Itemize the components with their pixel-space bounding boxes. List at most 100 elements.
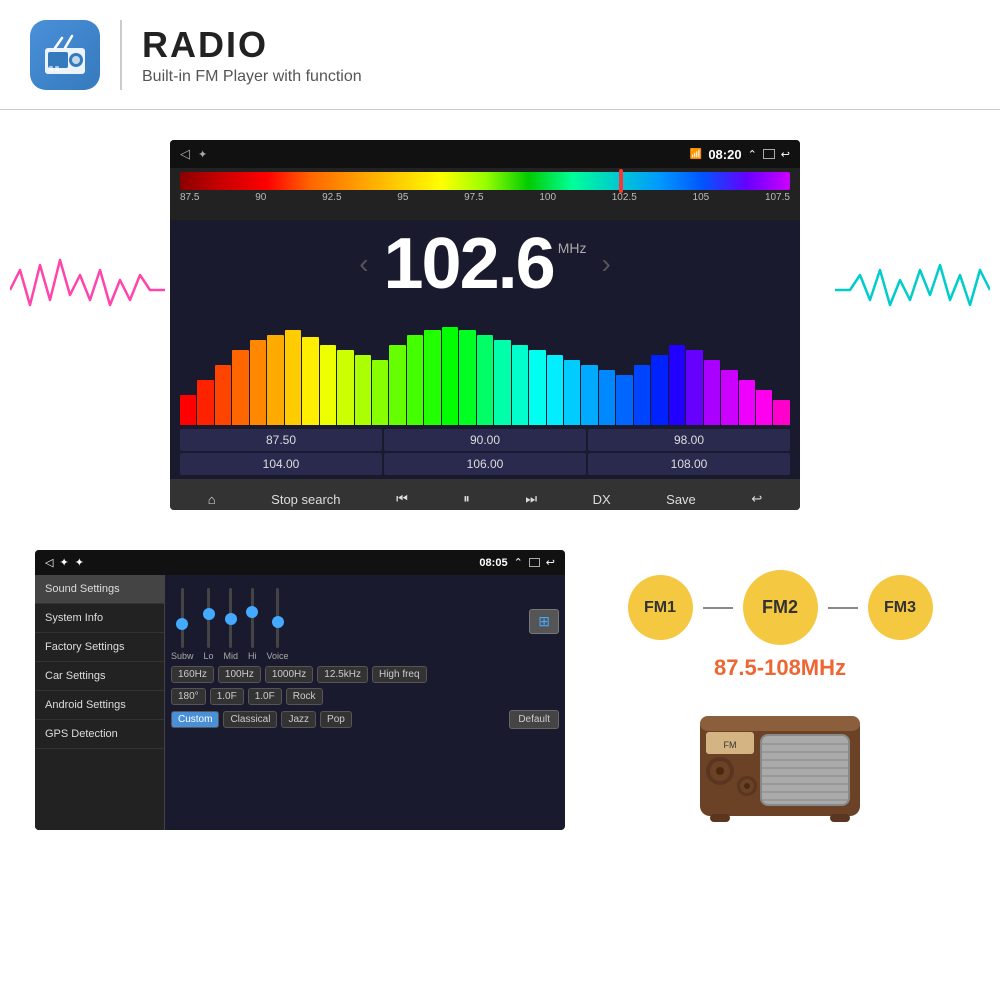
btn-classical[interactable]: Classical <box>223 711 277 728</box>
dx-button[interactable]: DX <box>593 492 611 507</box>
btn-rock[interactable]: Rock <box>286 688 323 705</box>
mid-slider[interactable]: Mid <box>224 588 239 661</box>
eq-bar-24 <box>599 370 615 425</box>
freq-buttons-row: 160Hz 100Hz 1000Hz 12.5kHz High freq <box>171 666 559 683</box>
menu-sound-settings[interactable]: Sound Settings <box>35 575 164 604</box>
btn-custom[interactable]: Custom <box>171 711 219 728</box>
frequency-bar[interactable]: 87.5 90 92.5 95 97.5 100 102.5 105 107.5 <box>170 168 800 220</box>
settings-status-bar: ◁ ✦ ✦ 08:05 ⌃ ↩ <box>35 550 565 575</box>
fm-bubbles: FM1 FM2 FM3 <box>628 570 933 645</box>
status-time: 08:20 <box>708 147 741 162</box>
fm-frequency-range: 87.5-108MHz <box>714 655 846 681</box>
wifi-icon: ✦ <box>75 556 84 569</box>
preset-87.50[interactable]: 87.50 <box>180 429 382 451</box>
settings-screen: ◁ ✦ ✦ 08:05 ⌃ ↩ Sound Settings System In… <box>35 550 565 830</box>
eq-bar-13 <box>407 335 423 425</box>
eq-bar-31 <box>721 370 737 425</box>
btn-100hz[interactable]: 100Hz <box>218 666 261 683</box>
menu-factory-settings[interactable]: Factory Settings <box>35 633 164 662</box>
freq-labels: 87.5 90 92.5 95 97.5 100 102.5 105 107.5 <box>180 190 790 205</box>
hi-slider[interactable]: Hi <box>248 588 257 661</box>
eq-bar-6 <box>285 330 301 425</box>
subw-slider[interactable]: Subw <box>171 588 194 661</box>
expand-icon: ⌃ <box>748 148 757 161</box>
preset-98.00[interactable]: 98.00 <box>588 429 790 451</box>
eq-controls: Subw Lo <box>171 581 289 661</box>
window-icon <box>763 149 775 159</box>
eq-bar-3 <box>232 350 248 425</box>
signal-icon: 📶 <box>690 149 702 160</box>
eq-bar-16 <box>459 330 475 425</box>
fm-connector-1 <box>703 607 733 609</box>
eq-bar-14 <box>424 330 440 425</box>
radio-app-icon <box>30 20 100 90</box>
menu-system-info[interactable]: System Info <box>35 604 164 633</box>
lo-slider[interactable]: Lo <box>204 588 214 661</box>
eq-bar-5 <box>267 335 283 425</box>
menu-car-settings[interactable]: Car Settings <box>35 662 164 691</box>
eq-bar-28 <box>669 345 685 425</box>
preset-104.00[interactable]: 104.00 <box>180 453 382 475</box>
next-track-button[interactable]: ⏭ <box>525 491 537 507</box>
back-icon: ◁ <box>45 556 53 569</box>
eq-bar-22 <box>564 360 580 425</box>
freq-ruler <box>180 172 790 190</box>
radio-control-bar: ⌂ Stop search ⏮ ⏸ ⏭ DX Save ↩ <box>170 479 800 510</box>
page-title: RADIO <box>142 24 362 66</box>
eq-bar-18 <box>494 340 510 425</box>
settings-menu: Sound Settings System Info Factory Setti… <box>35 575 165 830</box>
save-button[interactable]: Save <box>666 492 696 507</box>
preset-108.00[interactable]: 108.00 <box>588 453 790 475</box>
btn-160hz[interactable]: 160Hz <box>171 666 214 683</box>
btn-1f-2[interactable]: 1.0F <box>248 688 282 705</box>
btn-pop[interactable]: Pop <box>320 711 352 728</box>
play-pause-button[interactable]: ⏸ <box>463 491 470 507</box>
eq-bar-7 <box>302 337 318 425</box>
btn-jazz[interactable]: Jazz <box>281 711 316 728</box>
next-freq-button[interactable]: › <box>586 248 625 280</box>
eq-bar-12 <box>389 345 405 425</box>
settings-body: Sound Settings System Info Factory Setti… <box>35 575 565 830</box>
value-buttons-row: 180° 1.0F 1.0F Rock <box>171 688 559 705</box>
menu-gps-detection[interactable]: GPS Detection <box>35 720 164 749</box>
voice-slider[interactable]: Voice <box>267 588 289 661</box>
home-button[interactable]: ⌂ <box>208 492 216 507</box>
stop-search-button[interactable]: Stop search <box>271 492 340 507</box>
wave-left <box>10 250 165 335</box>
radio-screen: ◁ ✦ 📶 08:20 ⌃ ↩ 87.5 90 92.5 95 97.5 <box>170 140 800 510</box>
eq-bar-30 <box>704 360 720 425</box>
status-right-area: 📶 08:20 ⌃ ↩ <box>690 147 790 162</box>
eq-bar-0 <box>180 395 196 425</box>
return-icon: ↩ <box>781 148 790 161</box>
fm-connector-2 <box>828 607 858 609</box>
prev-freq-button[interactable]: ‹ <box>344 248 383 280</box>
eq-bar-17 <box>477 335 493 425</box>
eq-bar-33 <box>756 390 772 425</box>
btn-180deg[interactable]: 180° <box>171 688 206 705</box>
btn-1f-1[interactable]: 1.0F <box>210 688 244 705</box>
btn-highfreq[interactable]: High freq <box>372 666 427 683</box>
preset-90.00[interactable]: 90.00 <box>384 429 586 451</box>
settings-expand-icon: ⌃ <box>514 556 523 569</box>
eq-bar-4 <box>250 340 266 425</box>
btn-12khz[interactable]: 12.5kHz <box>317 666 368 683</box>
boost-button[interactable]: ⊞ <box>529 609 559 634</box>
default-button[interactable]: Default <box>509 710 559 729</box>
bluetooth-icon: ✦ <box>59 556 68 569</box>
eq-bar-8 <box>320 345 336 425</box>
btn-1000hz[interactable]: 1000Hz <box>265 666 313 683</box>
prev-track-button[interactable]: ⏮ <box>396 491 408 507</box>
eq-bar-21 <box>547 355 563 425</box>
eq-bar-1 <box>197 380 213 425</box>
eq-bar-25 <box>616 375 632 425</box>
main-content: ◁ ✦ 📶 08:20 ⌃ ↩ 87.5 90 92.5 95 97.5 <box>0 110 1000 1000</box>
fm3-bubble: FM3 <box>868 575 933 640</box>
menu-android-settings[interactable]: Android Settings <box>35 691 164 720</box>
wifi-status-icon: ✦ <box>198 148 207 161</box>
back-button[interactable]: ↩ <box>751 491 762 507</box>
eq-bar-19 <box>512 345 528 425</box>
eq-bar-2 <box>215 365 231 425</box>
preset-106.00[interactable]: 106.00 <box>384 453 586 475</box>
freq-indicator <box>619 169 623 193</box>
current-frequency: 102.6 <box>384 228 554 300</box>
